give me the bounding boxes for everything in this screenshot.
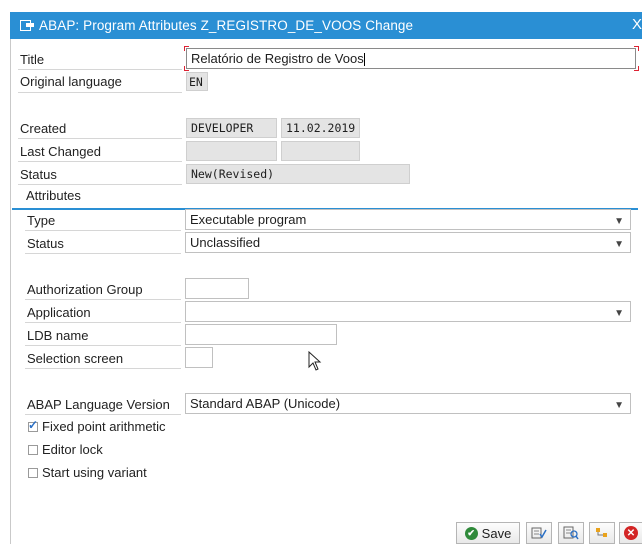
cancel-icon: ✕	[624, 526, 638, 540]
abap-language-version-label: ABAP Language Version	[27, 397, 170, 412]
ldb-name-label: LDB name	[27, 328, 89, 343]
attr-status-label: Status	[27, 236, 64, 251]
save-button[interactable]: ✔ Save	[456, 522, 520, 544]
abap-language-version-dropdown[interactable]: Standard ABAP (Unicode) ▼	[185, 393, 631, 414]
original-language-field: EN	[186, 72, 208, 91]
original-language-label: Original language	[20, 74, 122, 89]
type-label: Type	[27, 213, 56, 228]
title-row-line	[18, 69, 182, 70]
text-caret	[363, 53, 365, 67]
where-used-list-icon	[563, 526, 579, 540]
status-field: New(Revised)	[186, 164, 410, 184]
auth-row-line	[25, 299, 181, 300]
type-dropdown[interactable]: Executable program ▼	[185, 209, 631, 230]
ldb-row-line	[25, 345, 181, 346]
last-changed-label: Last Changed	[20, 144, 101, 159]
chevron-down-icon: ▼	[614, 239, 624, 250]
type-row-line	[25, 230, 181, 231]
attributes-section-label: Attributes	[26, 188, 81, 203]
where-used-button[interactable]	[558, 522, 584, 544]
start-variant-label: Start using variant	[42, 465, 147, 480]
close-window-icon[interactable]: X	[632, 16, 642, 33]
language-row-line	[18, 92, 182, 93]
mouse-pointer-icon	[308, 351, 322, 371]
chevron-down-icon: ▼	[614, 400, 624, 411]
selection-screen-input[interactable]	[185, 347, 213, 368]
selection-screen-label: Selection screen	[27, 351, 124, 366]
title-input[interactable]: Relatório de Registro de Voos	[186, 48, 636, 69]
abap-language-version-value: Standard ABAP (Unicode)	[190, 396, 341, 411]
chevron-down-icon: ▼	[614, 308, 624, 319]
title-value: Relatório de Registro de Voos	[191, 51, 364, 66]
status-row-line	[18, 184, 182, 185]
checkmark-icon: ✔	[464, 526, 478, 540]
hierarchy-icon	[596, 528, 607, 537]
editor-lock-checkbox[interactable]	[28, 445, 38, 455]
chevron-down-icon: ▼	[614, 216, 624, 227]
attributes-section-header: Attributes	[12, 186, 638, 210]
window-title: ABAP: Program Attributes Z_REGISTRO_DE_V…	[39, 18, 414, 33]
selection-row-line	[25, 368, 181, 369]
created-on-field: 11.02.2019	[281, 118, 360, 138]
window-titlebar: ABAP: Program Attributes Z_REGISTRO_DE_V…	[10, 12, 642, 39]
check-button[interactable]	[526, 522, 552, 544]
cancel-button[interactable]: ✕	[619, 522, 642, 544]
created-by-field: DEVELOPER	[186, 118, 277, 138]
created-label: Created	[20, 121, 67, 136]
last-changed-row-line	[18, 161, 182, 162]
last-changed-by-field	[186, 141, 277, 161]
edit-window-icon	[20, 20, 34, 31]
syntax-check-icon	[531, 527, 547, 539]
fixed-point-checkbox[interactable]	[28, 418, 38, 432]
hierarchy-button[interactable]	[589, 522, 615, 544]
authorization-group-label: Authorization Group	[27, 282, 143, 297]
focus-corner-tl	[184, 46, 189, 51]
created-row-line	[18, 138, 182, 139]
type-value: Executable program	[190, 212, 307, 227]
application-row-line	[25, 322, 181, 323]
last-changed-on-field	[281, 141, 360, 161]
start-variant-checkbox[interactable]	[28, 468, 38, 478]
attr-status-dropdown[interactable]: Unclassified ▼	[185, 232, 631, 253]
attr-status-value: Unclassified	[190, 235, 261, 250]
abap-version-row-line	[25, 414, 181, 415]
application-dropdown[interactable]: ▼	[185, 301, 631, 322]
fixed-point-label: Fixed point arithmetic	[42, 419, 166, 434]
ldb-name-input[interactable]	[185, 324, 337, 345]
focus-corner-br	[634, 66, 639, 71]
application-label: Application	[27, 305, 91, 320]
focus-corner-tr	[634, 46, 639, 51]
attr-status-row-line	[25, 253, 181, 254]
authorization-group-input[interactable]	[185, 278, 249, 299]
editor-lock-label: Editor lock	[42, 442, 103, 457]
title-label: Title	[20, 52, 45, 67]
status-label: Status	[20, 167, 57, 182]
save-button-label: Save	[481, 525, 512, 541]
focus-corner-bl	[184, 66, 189, 71]
